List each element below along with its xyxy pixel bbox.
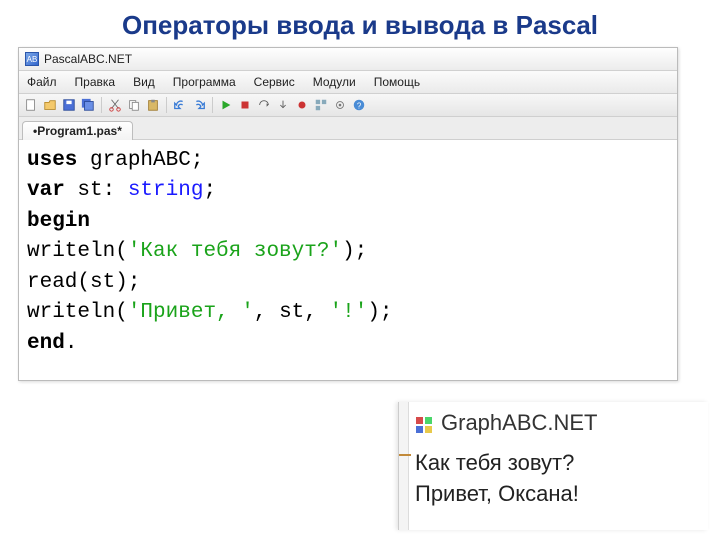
breakpoint-icon[interactable]: [294, 97, 310, 113]
step-over-icon[interactable]: [256, 97, 272, 113]
code-line: read(st);: [27, 268, 669, 298]
output-line: Привет, Оксана!: [415, 479, 698, 510]
code-line: uses graphABC;: [27, 146, 669, 176]
paren-close: );: [367, 301, 392, 324]
stop-icon[interactable]: [237, 97, 253, 113]
output-app-icon: [415, 414, 433, 432]
code-line: end.: [27, 329, 669, 359]
period: .: [65, 332, 78, 355]
menu-modules[interactable]: Модули: [309, 73, 360, 91]
ide-window: AB PascalABC.NET Файл Правка Вид Програм…: [18, 47, 678, 381]
toolbar-separator: [212, 97, 213, 113]
keyword-begin: begin: [27, 210, 90, 233]
string-literal: 'Привет, ': [128, 301, 254, 324]
toolbar: ?: [19, 94, 677, 117]
comma: ,: [304, 301, 329, 324]
arg-st: st: [279, 301, 304, 324]
help-icon[interactable]: ?: [351, 97, 367, 113]
keyword-var: var: [27, 179, 65, 202]
menubar: Файл Правка Вид Программа Сервис Модули …: [19, 71, 677, 94]
menu-service[interactable]: Сервис: [250, 73, 299, 91]
semicolon: ;: [203, 179, 216, 202]
modules-icon[interactable]: [313, 97, 329, 113]
app-icon: AB: [25, 52, 39, 66]
code-line: var st: string;: [27, 176, 669, 206]
menu-view[interactable]: Вид: [129, 73, 159, 91]
semicolon: ;: [191, 149, 204, 172]
tab-bar: •Program1.pas*: [19, 117, 677, 140]
output-ruler: [399, 402, 409, 530]
tab-program1[interactable]: •Program1.pas*: [22, 121, 133, 140]
open-icon[interactable]: [42, 97, 58, 113]
string-literal: '!': [330, 301, 368, 324]
save-all-icon[interactable]: [80, 97, 96, 113]
paren-close: );: [115, 271, 140, 294]
run-icon[interactable]: [218, 97, 234, 113]
type-string: string: [128, 179, 204, 202]
call-writeln: writeln(: [27, 301, 128, 324]
options-icon[interactable]: [332, 97, 348, 113]
arg-st: st: [90, 271, 115, 294]
code-editor[interactable]: uses graphABC; var st: string; begin wri…: [19, 140, 677, 380]
toolbar-separator: [101, 97, 102, 113]
code-line: writeln('Привет, ', st, '!');: [27, 298, 669, 328]
output-title-text: GraphABC.NET: [441, 410, 598, 436]
save-icon[interactable]: [61, 97, 77, 113]
call-writeln: writeln(: [27, 240, 128, 263]
keyword-end: end: [27, 332, 65, 355]
menu-help[interactable]: Помощь: [370, 73, 424, 91]
output-titlebar: GraphABC.NET: [415, 410, 698, 448]
slide-title: Операторы ввода и вывода в Pascal: [0, 0, 720, 47]
string-literal: 'Как тебя зовут?': [128, 240, 342, 263]
var-decl: st:: [65, 179, 128, 202]
toolbar-separator: [166, 97, 167, 113]
keyword-uses: uses: [27, 149, 77, 172]
svg-text:?: ?: [357, 102, 362, 111]
code-line: writeln('Как тебя зовут?');: [27, 237, 669, 267]
module-name: graphABC: [77, 149, 190, 172]
call-read: read(: [27, 271, 90, 294]
cut-icon[interactable]: [107, 97, 123, 113]
output-window: GraphABC.NET Как тебя зовут? Привет, Окс…: [398, 402, 708, 530]
paren-close: );: [342, 240, 367, 263]
code-line: begin: [27, 207, 669, 237]
titlebar: AB PascalABC.NET: [19, 48, 677, 71]
menu-file[interactable]: Файл: [23, 73, 61, 91]
copy-icon[interactable]: [126, 97, 142, 113]
new-icon[interactable]: [23, 97, 39, 113]
menu-program[interactable]: Программа: [169, 73, 240, 91]
app-title: PascalABC.NET: [44, 52, 132, 66]
comma: ,: [254, 301, 279, 324]
undo-icon[interactable]: [172, 97, 188, 113]
redo-icon[interactable]: [191, 97, 207, 113]
step-into-icon[interactable]: [275, 97, 291, 113]
menu-edit[interactable]: Правка: [71, 73, 120, 91]
output-line: Как тебя зовут?: [415, 448, 698, 479]
paste-icon[interactable]: [145, 97, 161, 113]
